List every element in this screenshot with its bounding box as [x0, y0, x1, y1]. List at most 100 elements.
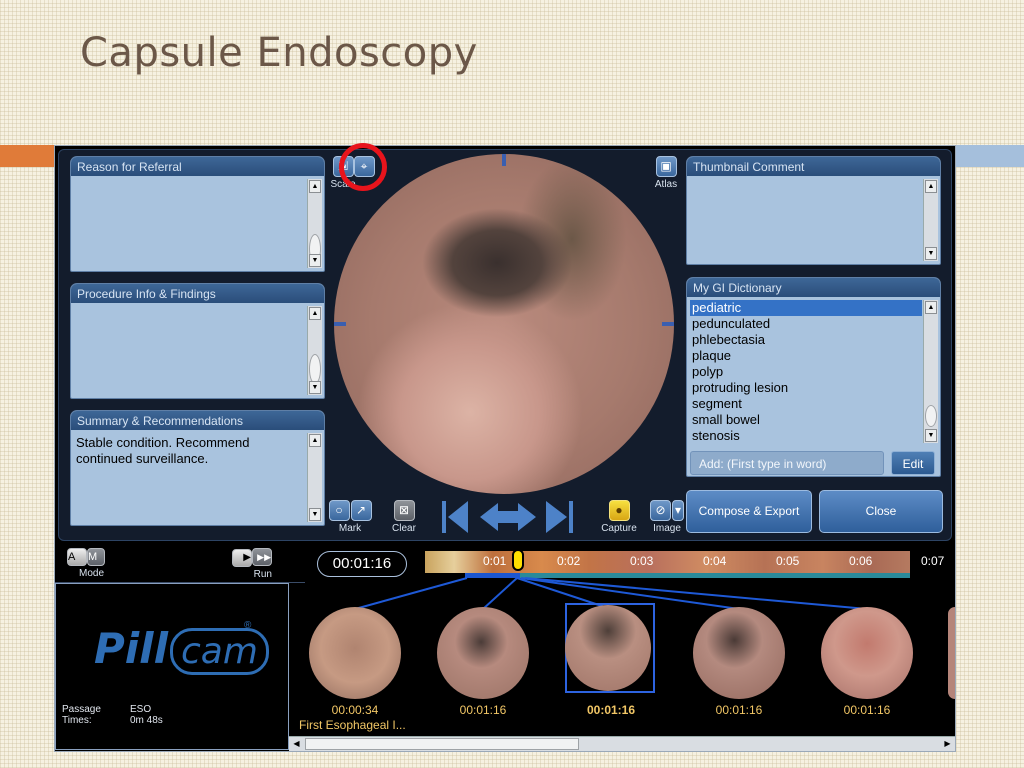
run-label: Run [253, 569, 272, 580]
mode-m-button[interactable]: M [87, 548, 105, 566]
mode-toggle[interactable]: AM Mode [67, 547, 105, 579]
current-time-display: 00:01:16 [317, 551, 407, 577]
scroll-thumb[interactable] [309, 354, 321, 384]
procedure-text-area[interactable] [74, 306, 306, 395]
thumbnail-time: 00:01:16 [843, 703, 891, 717]
arrow-mark-icon[interactable]: ↗ [350, 500, 372, 521]
thumbnail-image[interactable] [565, 605, 651, 691]
dictionary-item[interactable]: small bowel [690, 412, 922, 428]
procedure-panel-title: Procedure Info & Findings [71, 284, 324, 303]
image-tool[interactable]: ⊘ ▾ Image [645, 500, 689, 534]
clear-tool[interactable]: ⊠ Clear [389, 500, 419, 534]
book-icon[interactable]: ▣ [655, 156, 677, 177]
slide-title: Capsule Endoscopy [80, 30, 478, 76]
fast-forward-icon[interactable]: ▶▶ [252, 548, 272, 566]
accent-band-blue [955, 145, 1024, 167]
summary-panel-title: Summary & Recommendations [71, 411, 324, 430]
clear-label: Clear [392, 523, 416, 534]
close-button[interactable]: Close [819, 490, 943, 533]
navigation-arrows-icon[interactable] [440, 500, 575, 534]
scroll-right-icon[interactable]: ▶ [941, 738, 954, 750]
scroll-left-icon[interactable]: ◀ [290, 738, 303, 750]
atlas-tool[interactable]: ▣ Atlas [651, 156, 681, 190]
logo-pill-text: Pill [94, 624, 168, 673]
pillcam-logo-area: Pill cam ® Passage Times: ESO 0m 48s [55, 583, 289, 750]
referral-text-area[interactable] [74, 179, 306, 268]
thumbnail-time: 00:00:34 [331, 703, 379, 717]
scroll-up-icon[interactable]: ▲ [925, 301, 937, 314]
thumbnail-image[interactable] [821, 607, 913, 699]
procedure-scrollbar[interactable]: ▲ ▼ [307, 306, 322, 395]
compose-export-button[interactable]: Compose & Export [686, 490, 812, 533]
thumbnail-time: 00:01:16 [459, 703, 507, 717]
viewer-tick-right [662, 322, 674, 326]
thumbnail-comment-scrollbar[interactable]: ▲ ▼ [923, 179, 938, 261]
run-controls[interactable]: ▶ ▶▶ Run [222, 547, 272, 580]
capture-tool[interactable]: ● Capture [597, 500, 641, 534]
viewer-tick-top [502, 154, 506, 166]
mode-a-button[interactable]: A [67, 548, 87, 566]
scroll-down-icon[interactable]: ▼ [309, 254, 321, 267]
scroll-down-icon[interactable]: ▼ [309, 381, 321, 394]
thumbnail-image[interactable] [309, 607, 401, 699]
upper-workspace: Reason for Referral ▲ ▼ Procedure Info &… [58, 143, 952, 541]
scroll-down-icon[interactable]: ▼ [309, 508, 321, 521]
summary-scrollbar[interactable]: ▲ ▼ [307, 433, 322, 522]
capture-icon[interactable]: ● [608, 500, 630, 521]
timeline-position-marker[interactable] [512, 549, 524, 571]
timeline-label: 0:04 [703, 554, 727, 568]
times-value: 0m 48s [130, 715, 163, 726]
scroll-thumb[interactable] [305, 738, 579, 750]
dictionary-item[interactable]: plaque [690, 348, 922, 364]
thumbnail-comment-text-area[interactable] [690, 179, 922, 261]
summary-text-area[interactable]: Stable condition. Recommend continued su… [74, 433, 306, 522]
passage-label: Passage [62, 704, 101, 715]
mark-label: Mark [338, 523, 362, 534]
circle-mark-icon[interactable]: ○ [328, 500, 350, 521]
thumbnail-image-partial[interactable] [948, 607, 955, 699]
dictionary-item[interactable]: pedunculated [690, 316, 922, 332]
scroll-down-icon[interactable]: ▼ [925, 247, 937, 260]
mark-tool[interactable]: ○ ↗ Mark [328, 500, 372, 534]
viewer-tick-left [334, 322, 346, 326]
scroll-up-icon[interactable]: ▲ [309, 180, 321, 193]
dictionary-list[interactable]: pediatric pedunculated phlebectasia plaq… [690, 300, 922, 443]
summary-panel: Summary & Recommendations Stable conditi… [70, 410, 325, 526]
pillcam-app-window: Reason for Referral ▲ ▼ Procedure Info &… [54, 143, 956, 753]
timeline-label: 0:07 [921, 554, 945, 568]
frame-navigation [440, 500, 575, 534]
passage-value: ESO [130, 704, 152, 715]
times-label: Times: [62, 715, 92, 726]
referral-scrollbar[interactable]: ▲ ▼ [307, 179, 322, 268]
dictionary-scrollbar[interactable]: ▲ ▼ [923, 300, 938, 443]
dictionary-item[interactable]: stenosis [690, 428, 922, 444]
timeline-label: 0:06 [849, 554, 873, 568]
endoscopy-image-viewer[interactable] [334, 154, 674, 494]
procedure-panel: Procedure Info & Findings ▲ ▼ [70, 283, 325, 399]
clear-icon[interactable]: ⊠ [393, 500, 415, 521]
image-adjust-icon[interactable]: ⊘ [650, 500, 671, 521]
dictionary-item[interactable]: pediatric [690, 300, 922, 316]
logo-registered-mark: ® [244, 620, 252, 631]
thumbnail-image[interactable] [437, 607, 529, 699]
scroll-down-icon[interactable]: ▼ [925, 429, 937, 442]
scroll-up-icon[interactable]: ▲ [309, 307, 321, 320]
referral-panel: Reason for Referral ▲ ▼ [70, 156, 325, 272]
dictionary-item[interactable]: protruding lesion [690, 380, 922, 396]
dictionary-edit-button[interactable]: Edit [891, 451, 935, 475]
dictionary-add-input[interactable]: Add: (First type in word) [690, 451, 884, 475]
scroll-up-icon[interactable]: ▲ [925, 180, 937, 193]
timeline-label: 0:02 [557, 554, 581, 568]
play-icon[interactable]: ▶ [232, 549, 252, 567]
dictionary-item[interactable]: phlebectasia [690, 332, 922, 348]
accent-band-orange [0, 145, 56, 167]
scroll-thumb[interactable] [925, 405, 937, 427]
thumbnail-scrollbar[interactable]: ◀ ▶ [289, 736, 955, 751]
playback-section: AM Mode ▶ ▶▶ Run Pill cam ® Passage Times:… [55, 541, 955, 753]
scroll-up-icon[interactable]: ▲ [309, 434, 321, 447]
timeline-label: 0:05 [776, 554, 800, 568]
chevron-down-icon[interactable]: ▾ [672, 500, 684, 521]
dictionary-item[interactable]: polyp [690, 364, 922, 380]
dictionary-item[interactable]: segment [690, 396, 922, 412]
thumbnail-image[interactable] [693, 607, 785, 699]
